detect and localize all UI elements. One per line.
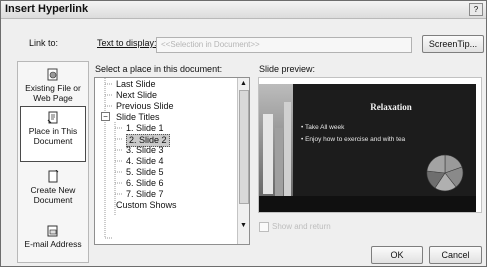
- cancel-button[interactable]: Cancel: [429, 246, 482, 264]
- slide-thumbnail: Relaxation • Take All week • Enjoy how t…: [259, 84, 476, 212]
- link-to-label: Link to:: [29, 38, 59, 48]
- show-and-return-checkbox[interactable]: [259, 222, 269, 232]
- link-email-line1: E-mail Address: [24, 239, 82, 249]
- email-icon: [47, 225, 58, 237]
- dialog-title: Insert Hyperlink: [5, 3, 89, 15]
- document-places-tree[interactable]: − Last Slide Next Slide Previous Slide S…: [94, 77, 250, 245]
- text-to-display-input[interactable]: <<Selection in Document>>: [156, 37, 412, 53]
- link-place-line2: Document: [33, 136, 73, 146]
- scroll-down-icon[interactable]: ▼: [238, 220, 249, 231]
- insert-hyperlink-dialog: Insert Hyperlink ? Link to: Text to disp…: [0, 0, 487, 267]
- link-create-new-line1: Create New: [30, 185, 76, 195]
- slide-title: Relaxation: [370, 102, 412, 112]
- collapse-toggle-icon[interactable]: −: [101, 112, 110, 121]
- text-to-display-label: Text to display:: [97, 38, 157, 48]
- tree-item[interactable]: 5. Slide 5: [126, 167, 164, 178]
- link-place-in-document[interactable]: Place in This Document: [20, 106, 86, 162]
- slide-bullet-1: • Take All week: [301, 124, 345, 131]
- tree-scrollbar[interactable]: ▲ ▼: [237, 78, 249, 244]
- slide-preview-label: Slide preview:: [259, 64, 316, 74]
- slide-bullet-1-text: Take All week: [304, 124, 345, 131]
- tree-item[interactable]: Slide Titles: [116, 112, 160, 123]
- tree-item[interactable]: Last Slide: [116, 79, 156, 90]
- ok-button[interactable]: OK: [371, 246, 423, 264]
- tree-item[interactable]: Custom Shows: [116, 200, 177, 211]
- title-bar: Insert Hyperlink ?: [1, 1, 486, 19]
- show-and-return-label: Show and return: [272, 222, 331, 231]
- link-place-line1: Place in This: [28, 126, 78, 136]
- select-place-label: Select a place in this document:: [95, 64, 223, 74]
- slide-bullet-2: • Enjoy how to exercise and with tea: [301, 136, 406, 143]
- tree-item[interactable]: 4. Slide 4: [126, 156, 164, 167]
- link-existing-file-line2: Web Page: [33, 93, 73, 103]
- link-create-new-line2: Document: [33, 195, 73, 205]
- link-existing-file-line1: Existing File or: [25, 83, 81, 93]
- slide-preview: Relaxation • Take All week • Enjoy how t…: [258, 77, 482, 213]
- screentip-button[interactable]: ScreenTip...: [422, 35, 484, 53]
- document-place-icon: [47, 111, 58, 124]
- link-email-address[interactable]: E-mail Address: [18, 224, 88, 249]
- globe-file-icon: [47, 68, 58, 81]
- link-create-new-document[interactable]: Create New Document: [18, 170, 88, 205]
- tree-item[interactable]: 7. Slide 7: [126, 189, 164, 200]
- tree-item[interactable]: Previous Slide: [116, 101, 174, 112]
- link-to-bar: Existing File or Web Page Place in This …: [17, 61, 89, 263]
- tree-item[interactable]: Next Slide: [116, 90, 157, 101]
- link-existing-file-web-page[interactable]: Existing File or Web Page: [18, 68, 88, 103]
- new-document-icon: [48, 170, 59, 183]
- tree-item[interactable]: 3. Slide 3: [126, 145, 164, 156]
- scroll-up-icon[interactable]: ▲: [238, 78, 249, 89]
- slide-bullet-2-text: Enjoy how to exercise and with tea: [305, 136, 406, 143]
- tree-item[interactable]: 1. Slide 1: [126, 123, 164, 134]
- scroll-thumb[interactable]: [239, 90, 249, 204]
- tree-item[interactable]: 6. Slide 6: [126, 178, 164, 189]
- help-button[interactable]: ?: [469, 3, 483, 16]
